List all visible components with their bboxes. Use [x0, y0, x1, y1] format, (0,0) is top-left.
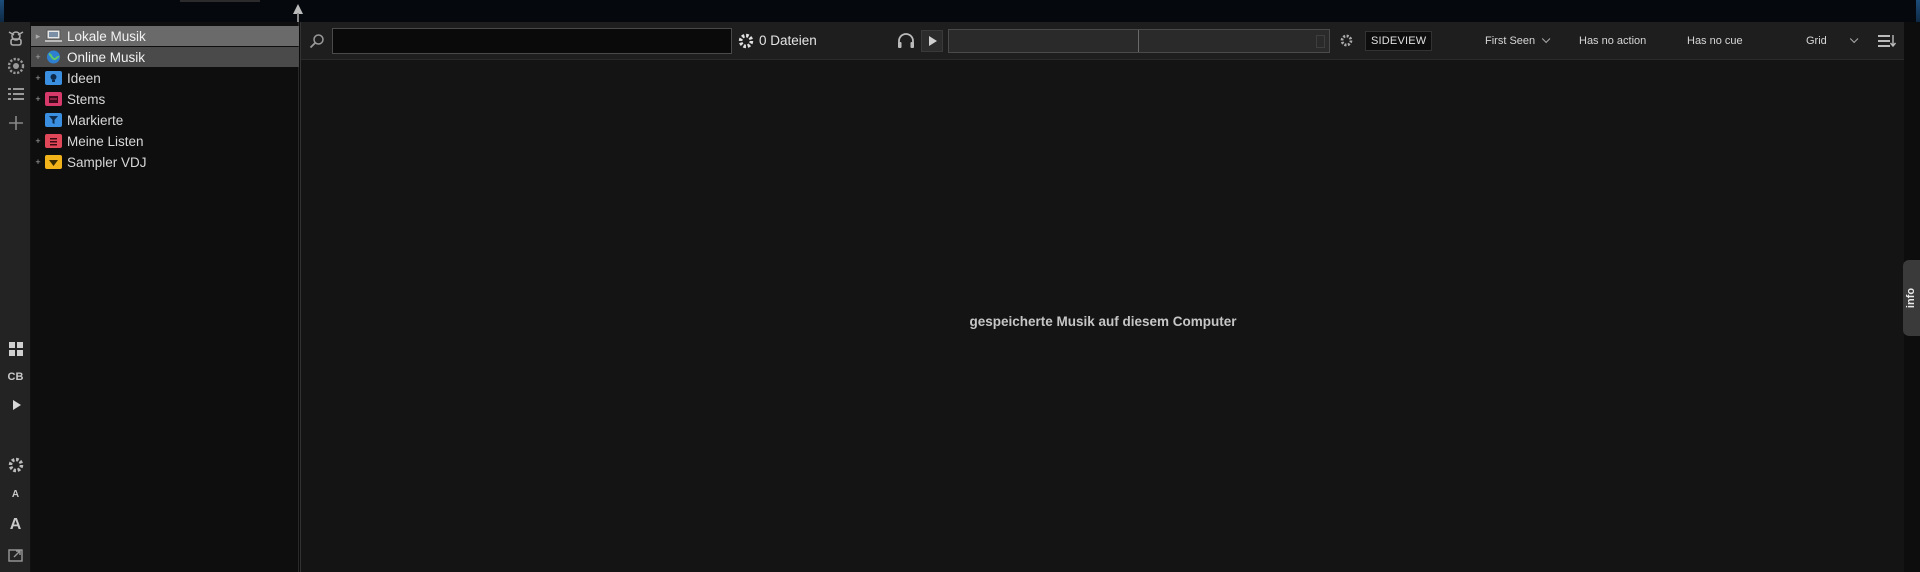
cue-filter-label: Has no cue [1687, 35, 1743, 47]
cue-filter-dropdown[interactable]: Has no cue [1687, 35, 1743, 47]
grid-layout-icon[interactable] [3, 336, 28, 361]
headphones-icon[interactable] [896, 31, 916, 51]
browser-main-panel: 0 Dateien SIDEVIEW First Seen Has no act… [300, 22, 1905, 572]
chevron-down-icon [1542, 34, 1551, 44]
folder-filter-icon [45, 113, 62, 127]
info-tab[interactable]: info [1903, 260, 1920, 336]
top-strip [0, 0, 1920, 22]
waveform-end-marker [1316, 35, 1325, 48]
expand-icon[interactable]: + [33, 94, 43, 104]
action-filter-label: Has no action [1579, 35, 1647, 47]
tree-item-lokale-musik[interactable]: ▸ Lokale Musik [31, 26, 299, 46]
folder-stems-icon [45, 92, 62, 106]
font-larger-button[interactable]: A [3, 512, 28, 537]
sort-dropdown[interactable]: First Seen [1485, 34, 1551, 47]
add-icon[interactable] [3, 110, 28, 135]
expand-icon[interactable]: + [33, 136, 43, 146]
font-smaller-button[interactable]: A [3, 482, 28, 507]
computer-icon [45, 29, 62, 43]
settings-gear-icon[interactable] [3, 452, 28, 477]
expand-icon[interactable]: + [33, 52, 43, 62]
view-options-gear-icon[interactable] [1339, 33, 1354, 48]
tree-item-label: Stems [67, 91, 106, 107]
top-left-glow [0, 0, 4, 22]
vinyl-gear-icon[interactable] [3, 53, 28, 78]
tree-item-sampler-vdj[interactable]: + Sampler VDJ [31, 152, 299, 172]
tree-item-meine-listen[interactable]: + Meine Listen [31, 131, 299, 151]
tree-item-stems[interactable]: + Stems [31, 89, 299, 109]
tree-item-ideen[interactable]: + Ideen [31, 68, 299, 88]
top-mini-bar [180, 0, 260, 2]
waveform-cursor [1138, 30, 1139, 52]
dj-avatar-icon[interactable] [3, 25, 28, 50]
folder-list-icon [45, 134, 62, 148]
column-menu-icon[interactable] [1877, 32, 1897, 50]
sideview-button[interactable]: SIDEVIEW [1365, 31, 1433, 51]
tree-item-label: Sampler VDJ [67, 154, 147, 170]
expand-icon[interactable]: + [33, 73, 43, 83]
playlist-icon[interactable] [3, 82, 28, 107]
folder-idea-icon [45, 71, 62, 85]
action-filter-dropdown[interactable]: Has no action [1579, 35, 1646, 47]
prelisten-waveform[interactable] [948, 29, 1330, 53]
tree-item-label: Meine Listen [67, 133, 144, 149]
prelisten-play-button[interactable] [921, 30, 943, 52]
view-mode-dropdown[interactable]: Grid [1806, 34, 1859, 47]
search-input[interactable] [332, 28, 732, 54]
folder-sampler-icon [45, 155, 62, 169]
file-count-label: 0 Dateien [759, 33, 817, 48]
folder-tree: ▸ Lokale Musik + Online Musik + Ideen + … [31, 22, 299, 572]
view-mode-label: Grid [1806, 35, 1827, 47]
empty-folder-message: gespeicherte Musik auf diesem Computer [969, 314, 1237, 329]
search-options-gear-icon[interactable] [737, 32, 755, 50]
tree-item-label: Ideen [67, 70, 101, 86]
search-icon[interactable] [309, 33, 325, 49]
left-icon-rail: CB A A [0, 22, 31, 572]
chevron-down-icon [1849, 34, 1859, 44]
tree-item-label: Lokale Musik [67, 28, 146, 44]
tree-item-online-musik[interactable]: + Online Musik [31, 47, 299, 67]
panel-splitter-handle[interactable] [297, 13, 299, 22]
expand-icon[interactable]: ▸ [33, 31, 43, 42]
expand-icon[interactable]: + [33, 157, 43, 167]
play-icon[interactable] [3, 392, 28, 417]
tree-item-label: Online Musik [67, 49, 146, 65]
sort-dropdown-label: First Seen [1485, 35, 1536, 47]
tree-item-markierte[interactable]: Markierte [31, 110, 299, 130]
globe-icon [45, 50, 62, 64]
cb-button[interactable]: CB [3, 364, 28, 389]
top-right-glow [1916, 0, 1920, 22]
info-tab-label: info [1905, 287, 1918, 309]
tree-item-label: Markierte [67, 112, 124, 128]
popout-window-icon[interactable] [3, 542, 28, 567]
browser-toolbar: 0 Dateien SIDEVIEW First Seen Has no act… [301, 22, 1905, 60]
